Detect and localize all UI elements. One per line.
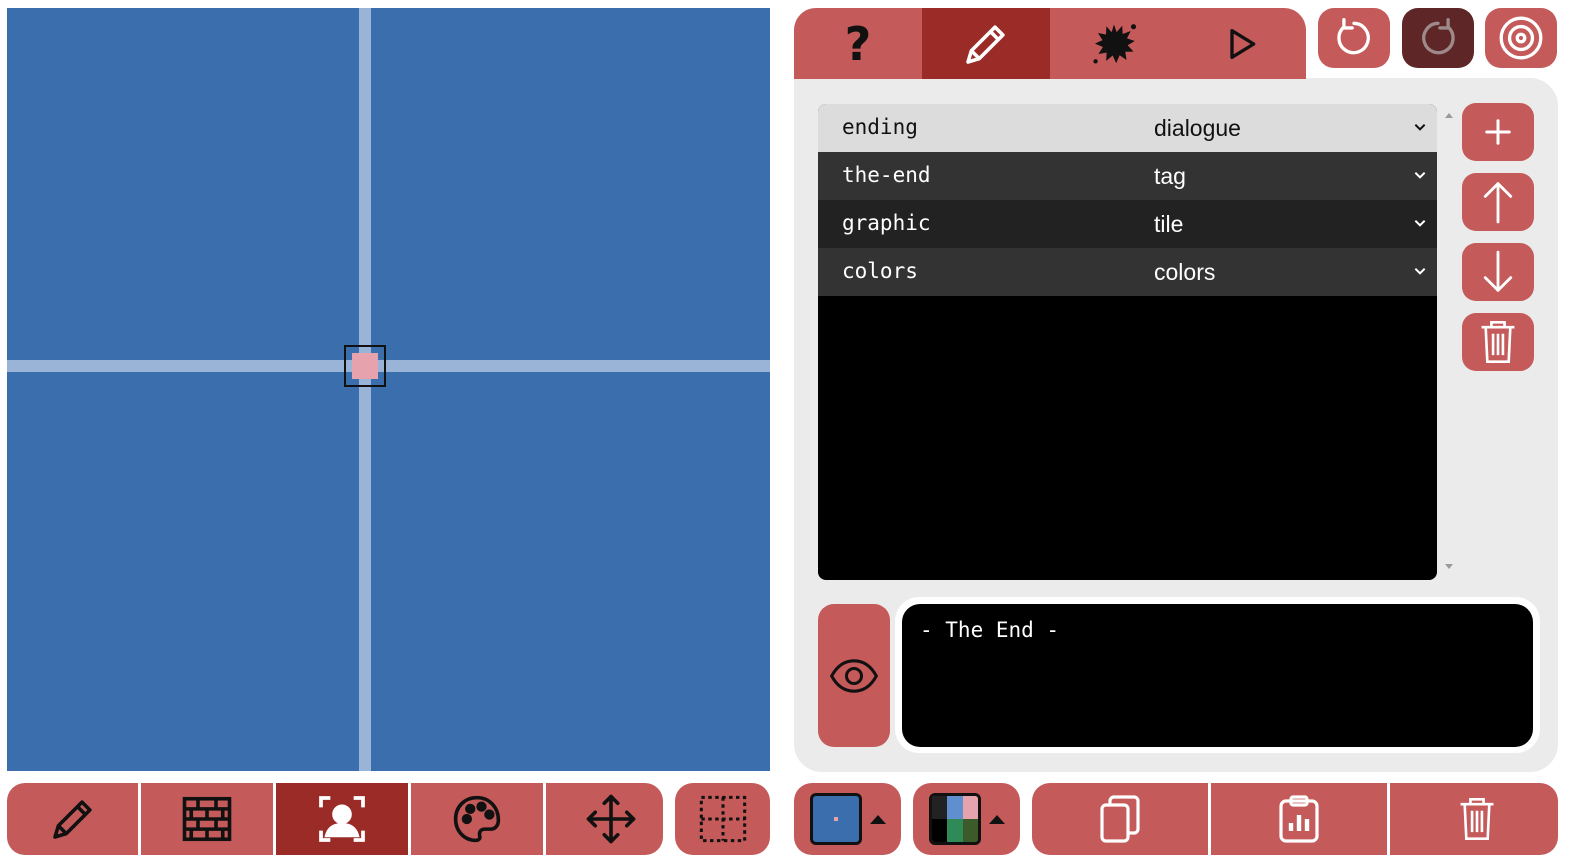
move-property-down-button[interactable]	[1462, 243, 1534, 301]
brick-wall-icon	[180, 794, 234, 844]
palette-swatch	[929, 793, 981, 845]
play-icon	[1222, 24, 1262, 64]
property-key: colors	[842, 259, 918, 283]
scroll-down-arrow[interactable]	[1443, 560, 1455, 572]
tile-picker-button[interactable]	[794, 783, 901, 855]
grid-line-horizontal	[7, 360, 770, 372]
paste-button[interactable]	[1211, 783, 1390, 855]
scroll-up-arrow[interactable]	[1443, 110, 1455, 122]
draw-tool-button[interactable]	[7, 783, 141, 855]
property-row-the-end[interactable]: the-end tag	[818, 152, 1437, 200]
trash-icon	[1457, 796, 1497, 842]
trash-icon	[1478, 319, 1518, 365]
tab-effects[interactable]	[1050, 8, 1178, 79]
delete-property-button[interactable]	[1462, 313, 1534, 371]
paste-icon	[1277, 793, 1321, 845]
splat-icon	[1088, 18, 1140, 70]
grid-line-vertical	[359, 8, 371, 771]
chevron-down-icon[interactable]	[1413, 264, 1427, 278]
caret-up-icon	[868, 812, 888, 826]
tile-cursor	[344, 345, 386, 387]
property-key: graphic	[842, 211, 931, 235]
pencil-icon	[46, 792, 100, 846]
grid-toggle-button[interactable]	[675, 783, 770, 855]
add-property-button[interactable]	[1462, 103, 1534, 161]
copy-icon	[1098, 793, 1142, 845]
add-icon	[1483, 117, 1513, 147]
tab-play[interactable]	[1178, 8, 1306, 79]
move-tool-button[interactable]	[546, 783, 663, 855]
property-list: ending dialogue the-end tag graphic tile…	[818, 104, 1437, 580]
undo-button[interactable]	[1318, 8, 1390, 68]
dialogue-text: - The End -	[920, 618, 1060, 642]
tab-help[interactable]: ?	[794, 8, 922, 79]
property-row-graphic[interactable]: graphic tile	[818, 200, 1437, 248]
actor-tool-button[interactable]	[276, 783, 411, 855]
eye-icon	[829, 658, 879, 694]
arrow-down-icon	[1481, 249, 1515, 295]
move-arrows-icon	[584, 792, 638, 846]
chevron-down-icon[interactable]	[1413, 120, 1427, 134]
redo-button[interactable]	[1402, 8, 1474, 68]
tab-edit[interactable]	[922, 8, 1050, 79]
mode-tabs: ?	[794, 8, 1306, 79]
property-key: ending	[842, 115, 918, 139]
delete-button[interactable]	[1390, 783, 1558, 855]
property-row-ending[interactable]: ending dialogue	[818, 104, 1437, 152]
caret-up-icon	[987, 812, 1007, 826]
user-focus-icon	[314, 791, 370, 847]
property-key: the-end	[842, 163, 931, 187]
target-icon	[1496, 13, 1546, 63]
chevron-down-icon[interactable]	[1413, 216, 1427, 230]
tool-bar	[7, 783, 663, 855]
clipboard-bar	[1032, 783, 1558, 855]
palette-tool-button[interactable]	[411, 783, 546, 855]
wall-tool-button[interactable]	[141, 783, 276, 855]
settings-button[interactable]	[1485, 8, 1557, 68]
property-row-colors[interactable]: colors colors	[818, 248, 1437, 296]
property-type-select[interactable]: tile	[1154, 211, 1183, 238]
property-type-select[interactable]: dialogue	[1154, 115, 1241, 142]
color-palette-button[interactable]	[913, 783, 1020, 855]
grid-icon	[697, 793, 749, 845]
property-type-select[interactable]: colors	[1154, 259, 1215, 286]
pencil-icon	[959, 17, 1013, 71]
property-type-select[interactable]: tag	[1154, 163, 1186, 190]
chevron-down-icon[interactable]	[1413, 168, 1427, 182]
redo-icon	[1416, 16, 1460, 60]
undo-icon	[1332, 16, 1376, 60]
room-canvas[interactable]	[7, 8, 770, 771]
tile-swatch	[810, 793, 862, 845]
copy-button[interactable]	[1032, 783, 1211, 855]
preview-button[interactable]	[818, 604, 890, 747]
arrow-up-icon	[1481, 179, 1515, 225]
help-icon: ?	[844, 16, 872, 71]
dialogue-textarea[interactable]: - The End -	[902, 604, 1533, 747]
move-property-up-button[interactable]	[1462, 173, 1534, 231]
palette-icon	[450, 792, 504, 846]
